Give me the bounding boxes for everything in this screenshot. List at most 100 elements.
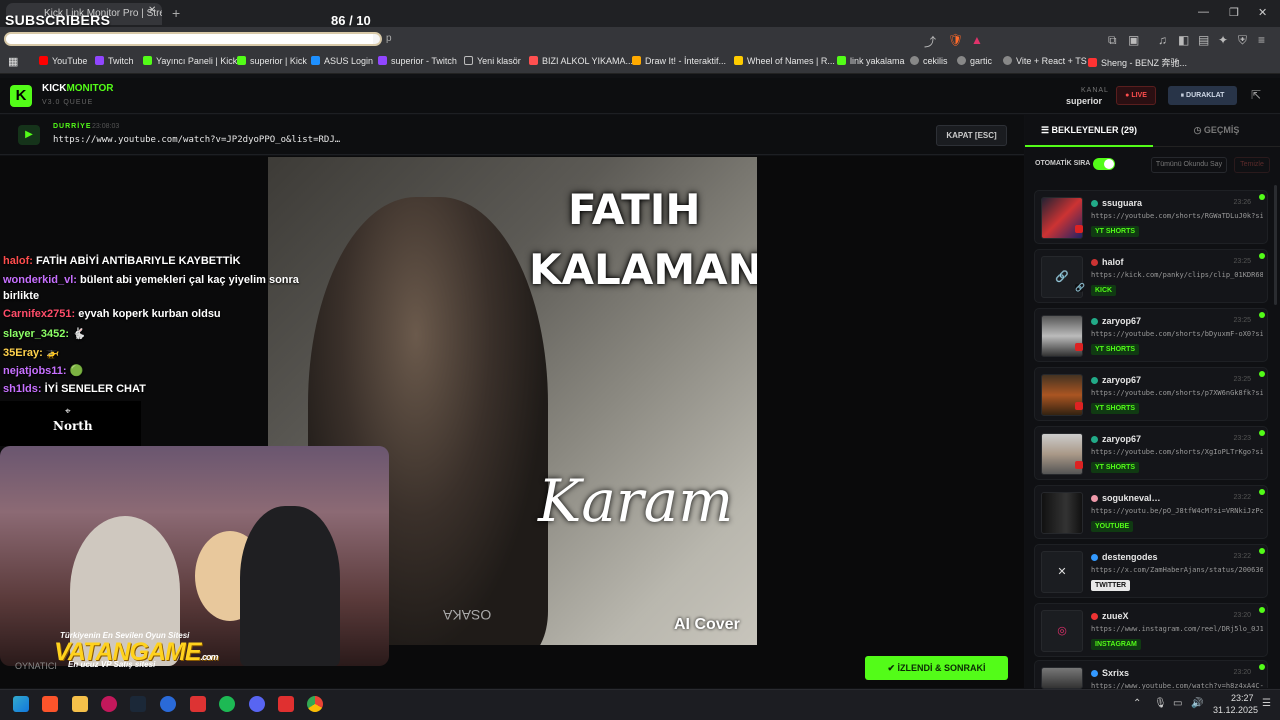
auto-queue-toggle[interactable]	[1093, 158, 1115, 170]
watched-next-button[interactable]: ✔ İZLENDİ & SONRAKİ	[865, 656, 1008, 680]
close-window-icon[interactable]: ✕	[1258, 6, 1267, 19]
tab-waiting[interactable]: ☰ BEKLEYENLER (29)	[1025, 115, 1153, 147]
file-explorer-icon[interactable]	[72, 696, 88, 712]
player-footer-label: OYNATICI	[15, 661, 57, 671]
queue-user: zaryop67	[1091, 316, 1141, 326]
queue-tag: YT SHORTS	[1091, 403, 1140, 414]
new-tab-icon[interactable]: +	[172, 5, 180, 21]
queue-item[interactable]: ✕ destengodes 23:22 https://x.com/ZamHab…	[1034, 544, 1268, 598]
queue-tag: YOUTUBE	[1091, 521, 1134, 532]
chat-message: slayer_3452: 🐇	[3, 328, 86, 340]
bookmark-superior-twitch[interactable]: superior - Twitch	[378, 56, 457, 66]
bookmark-asus[interactable]: ASUS Login	[311, 56, 373, 66]
start-icon[interactable]	[13, 696, 29, 712]
pause-button[interactable]: ⏸ DURAKLAT	[1168, 86, 1237, 105]
channel-name: superior	[1066, 96, 1103, 106]
maps-icon[interactable]	[101, 696, 117, 712]
bookmark-kick-panel[interactable]: Yayıncı Paneli | Kick	[143, 56, 237, 66]
queue-thumbnail	[1041, 492, 1083, 534]
bookmark-sheng[interactable]: Sheng - BENZ 奔驰...	[1088, 56, 1187, 69]
taskbar-date[interactable]: 31.12.2025	[1213, 705, 1258, 715]
chat-message: 35Eray: 🚁	[3, 347, 60, 359]
chat-message: sh1lds: İYİ SENELER CHAT	[3, 383, 146, 395]
sidebar-scrollbar[interactable]	[1274, 185, 1277, 305]
auto-queue-label: OTOMATİK SIRA	[1035, 160, 1091, 167]
extensions-icon[interactable]: ⧉	[1108, 33, 1117, 48]
vpn-icon[interactable]: ⛨	[1238, 33, 1247, 48]
brave-rewards-icon[interactable]: ▲	[971, 33, 983, 47]
chat-message: birlikte	[3, 290, 40, 302]
queue-item[interactable]: zaryop67 23:25 https://youtube.com/short…	[1034, 308, 1268, 362]
bookmark-alkol[interactable]: BIZI ALKOL YIKAMA...	[529, 56, 633, 66]
tray-expand-icon[interactable]: ⌃	[1133, 698, 1141, 709]
share-icon[interactable]: ⤴	[924, 33, 936, 50]
app-version: V3.0 QUEUE	[42, 99, 94, 106]
bookmark-youtube[interactable]: YouTube	[39, 56, 87, 66]
volume-icon[interactable]: 🔊	[1191, 698, 1203, 709]
screenshot-icon[interactable]: ▣	[1128, 33, 1139, 47]
current-time: 23:08:03	[92, 123, 120, 130]
queue-item[interactable]: ssuguara 23:26 https://youtube.com/short…	[1034, 190, 1268, 244]
media-icon[interactable]: ♫	[1158, 33, 1167, 47]
online-dot-icon	[1259, 253, 1265, 259]
notification-icon[interactable]: ☰	[1262, 698, 1271, 709]
clear-button[interactable]: Temizle	[1234, 157, 1270, 173]
bookmark-twitch[interactable]: Twitch	[95, 56, 134, 66]
tab-history[interactable]: ◷ GEÇMİŞ	[1153, 115, 1280, 147]
bookmark-superior-kick[interactable]: superior | Kick	[237, 56, 307, 66]
bookmark-folder[interactable]: Yeni klasör	[464, 56, 521, 66]
chat-message: halof: FATİH ABİYİ ANTİBARIYLE KAYBETTİK	[3, 255, 241, 267]
link-icon: 🔗	[1055, 271, 1069, 283]
queue-user: zaryop67	[1091, 434, 1141, 444]
queue-item[interactable]: 🔗 🔗 halof 23:25 https://kick.com/panky/c…	[1034, 249, 1268, 303]
spotify-icon[interactable]	[219, 696, 235, 712]
chrome-icon[interactable]	[307, 696, 323, 712]
wallet-icon[interactable]: ▤	[1198, 33, 1209, 47]
queue-item[interactable]: zaryop67 23:23 https://youtube.com/short…	[1034, 426, 1268, 480]
video-title-line2: KALAMAN	[529, 245, 757, 294]
queue-url: https://www.instagram.com/reel/DRj5lo_0J…	[1091, 625, 1263, 633]
bookmark-wheel[interactable]: Wheel of Names | R...	[734, 56, 835, 66]
queue-item[interactable]: sogukneval… 23:22 https://youtu.be/pO_J8…	[1034, 485, 1268, 539]
app-icon[interactable]	[190, 696, 206, 712]
discord-icon[interactable]	[249, 696, 265, 712]
bookmark-cekilis[interactable]: cekilis	[910, 56, 948, 66]
queue-item[interactable]: Sxrixs 23:20 https://www.youtube.com/wat…	[1034, 660, 1268, 690]
app-icon[interactable]	[160, 696, 176, 712]
queue-item[interactable]: ◎ zuueX 23:20 https://www.instagram.com/…	[1034, 603, 1268, 657]
queue-item[interactable]: zaryop67 23:25 https://youtube.com/short…	[1034, 367, 1268, 421]
steam-icon[interactable]	[130, 696, 146, 712]
bookmark-gartic[interactable]: gartic	[957, 56, 992, 66]
mark-all-read-button[interactable]: Tümünü Okundu Say	[1151, 157, 1227, 173]
apps-grid-icon[interactable]: ▦	[8, 55, 18, 68]
external-open-icon[interactable]: ⇱	[1251, 88, 1261, 102]
queue-tag: YT SHORTS	[1091, 344, 1140, 355]
live-button[interactable]: ● LIVE	[1116, 86, 1156, 105]
queue-time: 23:25	[1233, 258, 1251, 265]
current-link-bar: ▶ DURRİYE 23:08:03 https://www.youtube.c…	[0, 115, 1024, 155]
online-dot-icon	[1259, 607, 1265, 613]
maximize-icon[interactable]: ❐	[1229, 6, 1239, 19]
bookmark-drawit[interactable]: Draw It! - İnteraktif...	[632, 56, 726, 66]
bookmark-vite[interactable]: Vite + React + TS	[1003, 56, 1087, 66]
microphone-icon[interactable]: 🎙	[1154, 698, 1167, 709]
globe-icon	[1003, 56, 1012, 65]
close-player-button[interactable]: KAPAT [ESC]	[936, 125, 1007, 146]
youtube-icon	[1075, 402, 1083, 410]
network-icon[interactable]: ▭	[1173, 698, 1182, 709]
tab-close-icon[interactable]: ✕	[148, 5, 156, 16]
leo-icon[interactable]: ✦	[1218, 33, 1228, 47]
sidebar-toggle-icon[interactable]: ◧	[1178, 33, 1189, 47]
app-icon[interactable]	[278, 696, 294, 712]
online-dot-icon	[1259, 548, 1265, 554]
queue-user: zuueX	[1091, 611, 1129, 621]
current-url[interactable]: https://www.youtube.com/watch?v=JP2dyoPP…	[53, 135, 340, 145]
url-input[interactable]: p	[386, 33, 392, 44]
minimize-icon[interactable]: —	[1198, 6, 1209, 18]
bookmark-link-yakalama[interactable]: link yakalama	[837, 56, 905, 66]
browser-tab-bar: Kick Link Monitor Pro | Stream ✕ + — ❐ ✕	[0, 0, 1280, 27]
menu-icon[interactable]: ≡	[1258, 33, 1265, 47]
brave-shield-icon[interactable]: 🛡	[948, 33, 963, 47]
taskbar-time[interactable]: 23:27	[1231, 693, 1254, 703]
brave-browser-icon[interactable]	[42, 696, 58, 712]
